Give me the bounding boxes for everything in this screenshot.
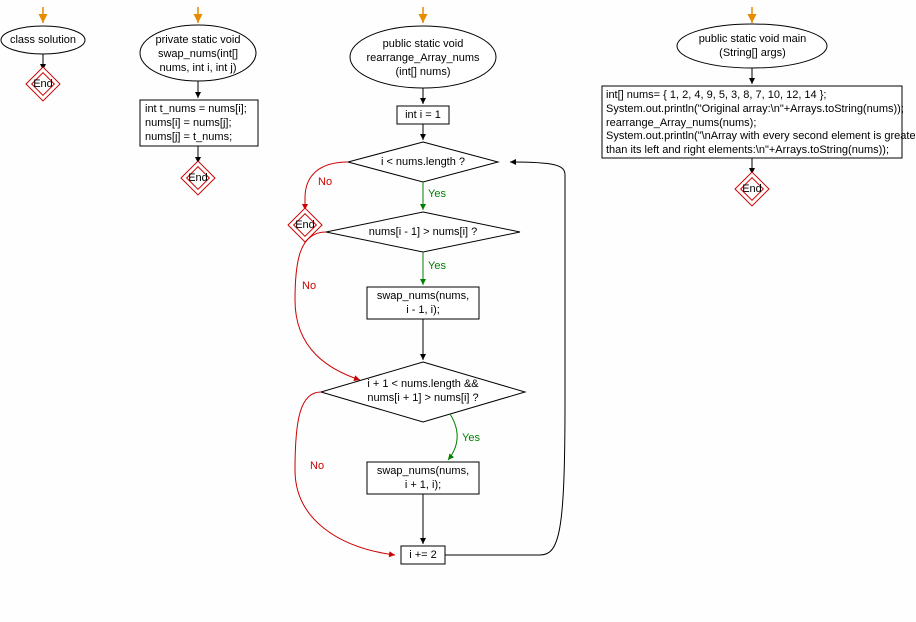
end-label-4: End (737, 183, 767, 197)
start-class-solution: class solution (3, 34, 83, 48)
swap1-call: swap_nums(nums, i - 1, i); (367, 290, 479, 318)
no-label-3: No (310, 460, 324, 472)
process-main-body: int[] nums= { 1, 2, 4, 9, 5, 3, 8, 7, 10… (606, 89, 900, 158)
increment-i: i += 2 (401, 549, 445, 563)
swap2-call: swap_nums(nums, i + 1, i); (367, 465, 479, 493)
no-label-2: No (302, 280, 316, 292)
no-label-1: No (318, 176, 332, 188)
init-i: int i = 1 (397, 109, 449, 123)
process-swap-body: int t_nums = nums[i]; nums[i] = nums[j];… (145, 103, 255, 144)
cond-prev-gt: nums[i - 1] > nums[i] ? (333, 226, 513, 240)
yes-label-3: Yes (462, 432, 480, 444)
end-label-2: End (183, 172, 213, 186)
cond-length: i < nums.length ? (353, 156, 493, 170)
start-rearrange: public static void rearrange_Array_nums … (352, 38, 494, 79)
cond-next-gt: i + 1 < nums.length && nums[i + 1] > num… (328, 378, 518, 406)
start-main: public static void main (String[] args) (680, 33, 825, 61)
yes-label-2: Yes (428, 260, 446, 272)
end-label-3: End (290, 219, 320, 233)
yes-label-1: Yes (428, 188, 446, 200)
end-label-1: End (28, 78, 58, 92)
start-swap-nums: private static void swap_nums(int[] nums… (142, 34, 254, 75)
